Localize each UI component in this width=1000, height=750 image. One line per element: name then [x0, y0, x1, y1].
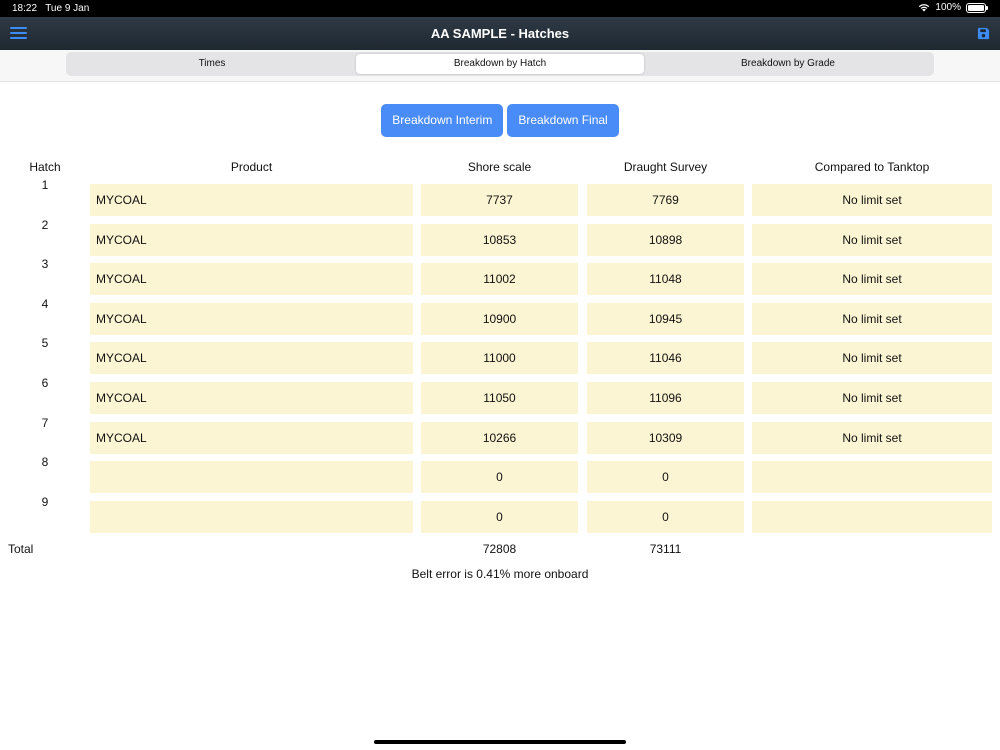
hatch-number: 5 — [41, 336, 49, 351]
product-field[interactable] — [90, 500, 413, 533]
breakdown-buttons: Breakdown Interim Breakdown Final — [0, 104, 1000, 137]
table-row: 8 00 — [0, 455, 1000, 494]
draught-survey-field[interactable]: 11046 — [587, 342, 744, 375]
compared-to-tanktop-field: No limit set — [752, 342, 992, 375]
breakdown-interim-button[interactable]: Breakdown Interim — [381, 104, 504, 137]
product-field[interactable]: MYCOAL — [90, 382, 413, 414]
shore-scale-field[interactable]: 10266 — [421, 421, 578, 454]
shore-scale-field[interactable]: 0 — [421, 461, 578, 494]
wifi-icon — [919, 4, 930, 12]
hatch-number: 9 — [41, 494, 49, 509]
draught-survey-field[interactable]: 0 — [587, 500, 744, 533]
status-right: 100% — [918, 2, 988, 13]
compared-to-tanktop-field — [752, 500, 992, 533]
total-label: Total — [8, 542, 34, 556]
table-row: 7 MYCOAL 10266 10309 No limit set — [0, 416, 1000, 455]
shore-scale-field[interactable]: 11000 — [421, 342, 578, 375]
shore-scale-field[interactable]: 0 — [421, 500, 578, 533]
hatch-number: 6 — [41, 376, 49, 390]
compared-to-tanktop-field: No limit set — [752, 421, 992, 454]
header-draught-survey: Draught Survey — [623, 160, 708, 174]
hatch-number: 3 — [41, 257, 49, 272]
segmented-control: Times Breakdown by Hatch Breakdown by Gr… — [66, 52, 934, 76]
total-draught-survey: 73111 — [649, 542, 682, 556]
shore-scale-field[interactable]: 11002 — [421, 263, 578, 296]
draught-survey-field[interactable]: 11048 — [587, 263, 744, 296]
table-row: 3 MYCOAL 11002 11048 No limit set — [0, 257, 1000, 296]
hatch-number: 7 — [41, 415, 49, 430]
status-bar: 18:22 Tue 9 Jan 100% — [0, 0, 1000, 17]
compared-to-tanktop-field — [752, 461, 992, 494]
hatch-number: 2 — [41, 217, 49, 232]
compared-to-tanktop-field: No limit set — [752, 223, 992, 256]
product-field[interactable]: MYCOAL — [90, 263, 413, 296]
product-field[interactable]: MYCOAL — [90, 223, 413, 256]
table-row: 2 MYCOAL 10853 10898 No limit set — [0, 218, 1000, 257]
product-field[interactable]: MYCOAL — [90, 421, 413, 454]
battery-percent: 100% — [935, 2, 961, 13]
table-row: 4 MYCOAL 10900 10945 No limit set — [0, 297, 1000, 336]
product-field[interactable]: MYCOAL — [90, 302, 413, 335]
breakdown-final-button[interactable]: Breakdown Final — [507, 104, 619, 137]
header-hatch: Hatch — [29, 160, 61, 174]
compared-to-tanktop-field: No limit set — [752, 184, 992, 216]
shore-scale-field[interactable]: 10853 — [421, 223, 578, 256]
hatch-number: 8 — [41, 455, 49, 470]
tab-breakdown-by-hatch[interactable]: Breakdown by Hatch — [356, 54, 644, 74]
page-title: AA SAMPLE - Hatches — [430, 26, 570, 41]
shore-scale-field[interactable]: 7737 — [421, 184, 578, 216]
draught-survey-field[interactable]: 10945 — [587, 302, 744, 335]
table-row: 1 MYCOAL 7737 7769 No limit set — [0, 178, 1000, 217]
nav-bar: AA SAMPLE - Hatches — [0, 17, 1000, 50]
compared-to-tanktop-field: No limit set — [752, 302, 992, 335]
table-row: 5 MYCOAL 11000 11046 No limit set — [0, 336, 1000, 375]
draught-survey-field[interactable]: 0 — [587, 461, 744, 494]
total-shore-scale: 72808 — [482, 542, 517, 556]
draught-survey-field[interactable]: 10898 — [587, 223, 744, 256]
floppy-disk-icon[interactable] — [977, 27, 990, 40]
battery-icon — [966, 2, 988, 13]
tab-breakdown-by-grade[interactable]: Breakdown by Grade — [644, 54, 932, 74]
header-compared-to-tanktop: Compared to Tanktop — [814, 160, 930, 174]
draught-survey-field[interactable]: 10309 — [587, 421, 744, 454]
product-field[interactable]: MYCOAL — [90, 342, 413, 375]
shore-scale-field[interactable]: 10900 — [421, 302, 578, 335]
draught-survey-field[interactable]: 7769 — [587, 184, 744, 216]
table-row: 6 MYCOAL 11050 11096 No limit set — [0, 376, 1000, 415]
tab-times[interactable]: Times — [68, 54, 356, 74]
home-indicator — [374, 740, 626, 744]
header-shore-scale: Shore scale — [467, 160, 532, 174]
header-product: Product — [230, 160, 273, 174]
hatch-number: 4 — [41, 296, 49, 311]
compared-to-tanktop-field: No limit set — [752, 382, 992, 414]
draught-survey-field[interactable]: 11096 — [587, 382, 744, 414]
tab-bar: Times Breakdown by Hatch Breakdown by Gr… — [0, 50, 1000, 82]
belt-error-text: Belt error is 0.41% more onboard — [411, 567, 589, 581]
shore-scale-field[interactable]: 11050 — [421, 382, 578, 414]
status-time: 18:22 Tue 9 Jan — [12, 3, 90, 14]
compared-to-tanktop-field: No limit set — [752, 263, 992, 296]
table-row: 9 00 — [0, 495, 1000, 534]
product-field[interactable] — [90, 461, 413, 494]
hatch-number: 1 — [41, 178, 49, 192]
product-field[interactable]: MYCOAL — [90, 184, 413, 216]
